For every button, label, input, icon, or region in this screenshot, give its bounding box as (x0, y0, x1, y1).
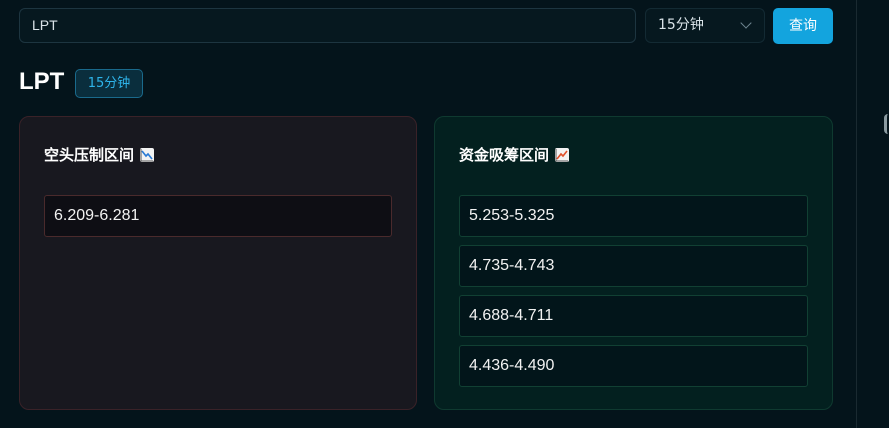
symbol-title: LPT (19, 68, 65, 95)
symbol-search-input[interactable]: LPT (19, 8, 636, 43)
short-zone-list: 6.209-6.281 (44, 195, 392, 245)
long-zone-item: 4.735-4.743 (459, 245, 808, 287)
chart-increasing-icon (555, 148, 570, 162)
long-zone-list: 5.253-5.325 4.735-4.743 4.688-4.711 4.43… (459, 195, 808, 395)
right-gutter (857, 0, 889, 428)
interval-select-value: 15分钟 (658, 17, 704, 33)
accumulation-panel: 资金吸筹区间 5.253-5.325 4.735-4.743 4.688-4.7… (434, 116, 833, 410)
long-panel-title-text: 资金吸筹区间 (459, 146, 550, 164)
long-zone-item: 4.688-4.711 (459, 295, 808, 337)
interval-select[interactable]: 15分钟 (645, 8, 765, 43)
long-zone-item: 5.253-5.325 (459, 195, 808, 237)
short-panel-title-text: 空头压制区间 (44, 146, 135, 164)
chart-decreasing-icon (140, 148, 155, 162)
interval-badge: 15分钟 (75, 69, 143, 98)
chevron-down-icon (740, 17, 752, 29)
long-panel-title: 资金吸筹区间 (459, 144, 570, 165)
long-zone-item: 4.436-4.490 (459, 345, 808, 387)
short-panel-title: 空头压制区间 (44, 144, 155, 165)
short-zone-item: 6.209-6.281 (44, 195, 392, 237)
query-button[interactable]: 查询 (773, 8, 833, 44)
edge-handle[interactable] (884, 114, 889, 134)
query-bar: LPT 15分钟 查询 (0, 0, 856, 50)
short-pressure-panel: 空头压制区间 6.209-6.281 (19, 116, 417, 410)
